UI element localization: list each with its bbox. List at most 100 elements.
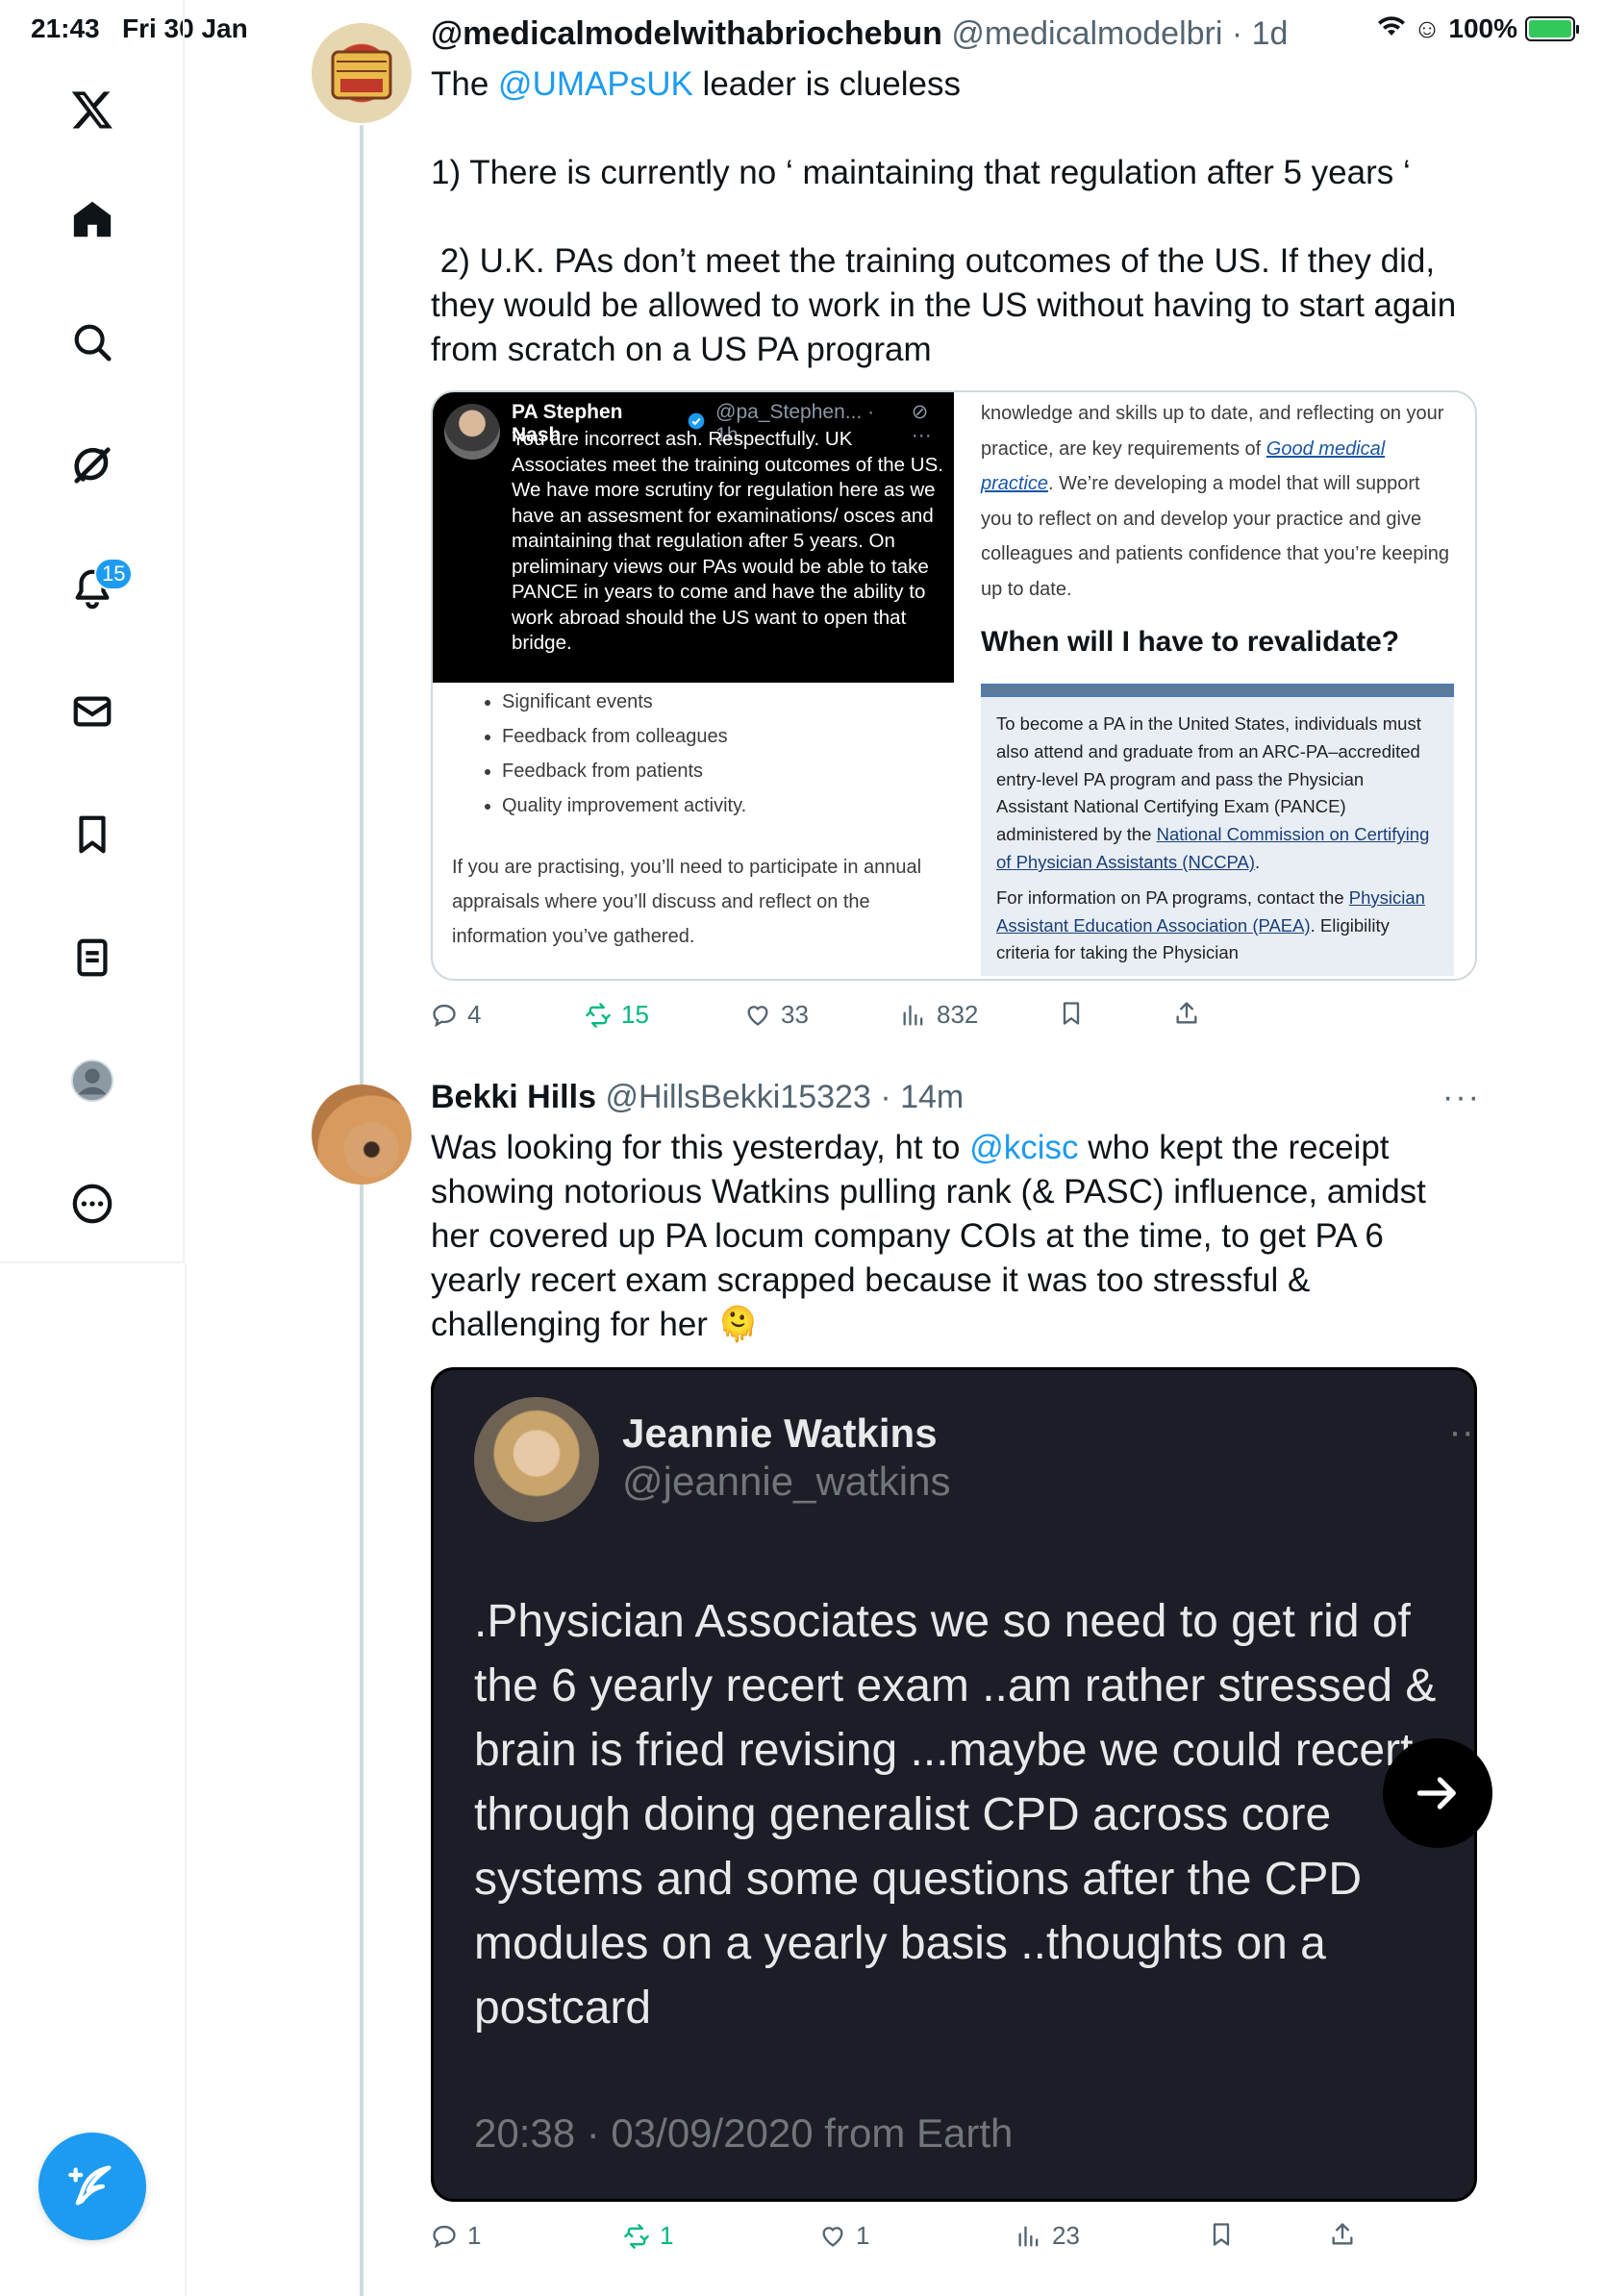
highlight-bar [981, 684, 1454, 697]
notification-badge: 15 [94, 558, 134, 590]
tweet-1-header: @medicalmodelwithabriochebun @medicalmod… [431, 15, 1288, 53]
tweet-2-time[interactable]: · 14m [880, 1079, 964, 1115]
heart-icon [822, 2226, 843, 2247]
repost-count: 1 [660, 2221, 674, 2250]
tweet-2-handle[interactable]: @HillsBekki15323 [605, 1079, 870, 1115]
tweet-1-actions: 4 15 33 832 [431, 1000, 1508, 1038]
tweet-2-more-icon[interactable]: ··· [1442, 1079, 1481, 1116]
jeannie-timestamp: 20:38 · 03/09/2020 from Earth [474, 2110, 1014, 2156]
bullet-item: Quality improvement activity. [502, 788, 935, 823]
heart-icon [747, 1005, 768, 1026]
bookmark-icon [1063, 1002, 1080, 1025]
revalidation-text-b: . We’re developing a model that will sup… [981, 473, 1450, 600]
mention-link-umapsuk[interactable]: @UMAPsUK [498, 65, 693, 103]
views-chart-icon [1018, 2226, 1039, 2246]
sidebar-divider [185, 1263, 187, 2296]
share-button[interactable] [1329, 2221, 1356, 2248]
tweet-1-text: The @UMAPsUK leader is clueless 1) There… [431, 62, 1479, 372]
battery-percent: 100% [1448, 13, 1517, 43]
box-p1-b: . [1255, 851, 1261, 872]
box-p2-a: For information on PA programs, contact … [996, 886, 1349, 908]
tweet-1-handle[interactable]: @medicalmodelbri [951, 15, 1222, 52]
revalidate-heading: When will I have to revalidate? [981, 626, 1400, 658]
bullet-item: Feedback from patients [502, 754, 935, 788]
views-button[interactable]: 832 [900, 1000, 978, 1030]
next-image-button[interactable] [1383, 1738, 1492, 1848]
tweet-1-text-suffix: leader is clueless [692, 65, 962, 103]
wifi-icon [1377, 13, 1406, 44]
embedded-more-icon: ·· [1448, 1410, 1474, 1453]
tweet-2-actions: 1 1 1 23 [431, 2221, 1508, 2259]
views-count: 23 [1052, 2221, 1080, 2250]
mention-link-kcisc[interactable]: @kcisc [969, 1129, 1078, 1166]
gmc-right-panel: knowledge and skills up to date, and ref… [954, 392, 1475, 979]
bookmark-button[interactable] [1208, 2221, 1235, 2248]
views-count: 832 [937, 1000, 979, 1029]
tweet-1-time[interactable]: · 1d [1232, 15, 1289, 52]
jeannie-avatar [474, 1397, 599, 1522]
tweet-2-text-prefix: Was looking for this yesterday, ht to [431, 1129, 970, 1166]
share-icon [1332, 2223, 1353, 2245]
repost-icon [624, 2223, 649, 2249]
home-icon[interactable] [67, 194, 117, 244]
jeannie-name: Jeannie Watkins [622, 1410, 938, 1456]
bookmarks-icon[interactable] [67, 810, 117, 860]
messages-icon[interactable] [67, 686, 117, 736]
tweet-1-avatar[interactable] [312, 23, 412, 123]
x-logo-icon[interactable] [67, 85, 117, 135]
like-count: 33 [781, 1000, 809, 1029]
lists-icon[interactable] [67, 933, 117, 983]
compose-feather-icon [68, 2165, 112, 2206]
status-indicators: ☺ 100% [1377, 13, 1579, 44]
tweet-1-point-1: 1) There is currently no ‘ maintaining t… [431, 154, 1411, 191]
gmc-left-panel: Significant events Feedback from colleag… [433, 683, 954, 979]
reply-icon [433, 1004, 456, 1027]
share-button[interactable] [1173, 1000, 1200, 1027]
quoted-text: You are incorrect ash. Respectfully. UK … [512, 428, 943, 654]
face-status-icon: ☺ [1413, 13, 1441, 43]
tweet-2-avatar[interactable] [312, 1085, 412, 1185]
like-count: 1 [856, 2221, 870, 2250]
quoted-screenshot: PA Stephen Nash @pa_Stephen... · 1h ⊘ ··… [433, 392, 954, 683]
grok-icon[interactable] [67, 440, 117, 490]
revalidation-text: knowledge and skills up to date, and ref… [981, 396, 1454, 607]
appraisal-paragraph: If you are practising, you’ll need to pa… [452, 857, 922, 947]
repost-count: 15 [621, 1000, 649, 1029]
reply-count: 4 [467, 1000, 482, 1029]
us-pa-info-box: To become a PA in the United States, ind… [981, 697, 1454, 976]
bullet-item: Feedback from colleagues [502, 719, 935, 754]
thread-connector [360, 125, 363, 2296]
reply-button[interactable]: 4 [431, 1000, 481, 1030]
reply-icon [433, 2225, 456, 2248]
repost-button[interactable]: 1 [623, 2221, 673, 2251]
like-button[interactable]: 33 [744, 1000, 809, 1030]
reply-count: 1 [467, 2221, 482, 2250]
compose-button[interactable] [38, 2133, 146, 2240]
share-icon [1176, 1002, 1197, 1024]
views-button[interactable]: 23 [1015, 2221, 1080, 2251]
jeannie-handle: @jeannie_watkins [622, 1459, 951, 1504]
tweet-2-media[interactable]: Jeannie Watkins @jeannie_watkins ·· .Phy… [431, 1367, 1477, 2202]
search-icon[interactable] [67, 317, 117, 367]
bookmark-icon [1213, 2223, 1230, 2246]
tweet-2-text: Was looking for this yesterday, ht to @k… [431, 1126, 1479, 1347]
tweet-1-media[interactable]: PA Stephen Nash @pa_Stephen... · 1h ⊘ ··… [431, 390, 1477, 981]
tweet-2-display-name[interactable]: Bekki Hills [431, 1079, 596, 1115]
tweet-1-display-name[interactable]: @medicalmodelwithabriochebun [431, 15, 942, 52]
tweet-1-text-prefix: The [431, 65, 499, 103]
tweet-2-header: Bekki Hills @HillsBekki15323 · 14m [431, 1079, 964, 1116]
profile-avatar-icon[interactable] [67, 1056, 117, 1106]
battery-icon [1525, 16, 1579, 41]
bullet-list: Significant events Feedback from colleag… [452, 685, 935, 823]
views-chart-icon [903, 1005, 923, 1025]
repost-button[interactable]: 15 [585, 1000, 649, 1030]
like-button[interactable]: 1 [819, 2221, 869, 2251]
repost-icon [586, 1002, 611, 1028]
jeannie-tweet-text: .Physician Associates we so need to get … [474, 1596, 1437, 2034]
bookmark-button[interactable] [1058, 1000, 1085, 1027]
reply-button[interactable]: 1 [431, 2221, 481, 2251]
sidebar: 15 [0, 0, 185, 1263]
more-options-icon[interactable] [67, 1179, 117, 1229]
arrow-right-icon [1416, 1777, 1456, 1809]
tweet-1-point-2: 2) U.K. PAs don’t meet the training outc… [431, 242, 1466, 368]
